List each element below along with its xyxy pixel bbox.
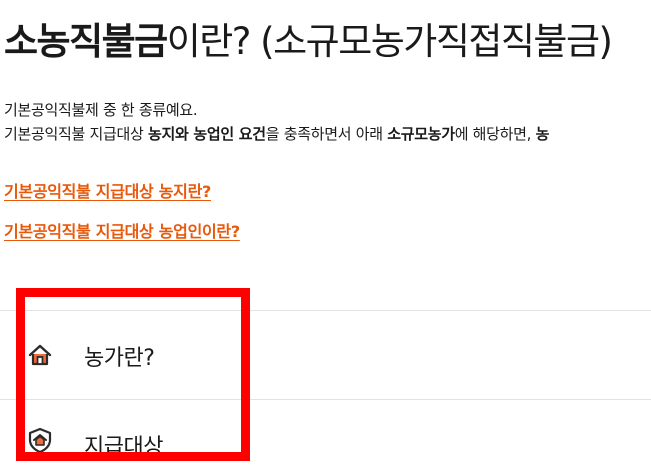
page-title-bold: 소농직불금 [4,20,168,63]
intro-line-2-bold-requirements: 농지와 농업인 요건 [147,125,266,143]
intro-line-2-part-c: 을 충족하면서 아래 [265,125,388,143]
intro-line-1: 기본공익직불제 중 한 종류예요. [4,101,198,119]
intro-line-2-part-a: 기본공익직불 지급대상 [4,125,148,143]
page: 소농직불금이란? (소규모농가직접직불금) 기본공익직불제 중 한 종류예요. … [0,0,651,468]
menu-item-eligibility[interactable]: 지급대상 [0,400,651,468]
menu-item-label: 농가란? [84,346,155,371]
shield-house-icon [28,427,52,453]
intro-text: 기본공익직불제 중 한 종류예요. 기본공익직불 지급대상 농지와 농업인 요건… [4,98,549,146]
menu-item-label: 지급대상 [84,435,163,460]
page-title-rest: 이란? (소규모농가직접직불금) [166,20,613,63]
menu-item-farm-household[interactable]: 농가란? [0,311,651,399]
link-eligible-farmer[interactable]: 기본공익직불 지급대상 농업인이란? [4,218,240,242]
link-eligible-farmland[interactable]: 기본공익직불 지급대상 농지란? [4,178,211,202]
house-icon [28,344,52,366]
intro-line-2-bold-cut: 농 [535,125,550,143]
page-title: 소농직불금이란? (소규모농가직접직불금) [4,18,613,66]
intro-line-2-part-e: 에 해당하면, [454,125,536,143]
intro-line-2: 기본공익직불 지급대상 농지와 농업인 요건을 충족하면서 아래 소규모농가에 … [4,122,549,146]
intro-line-2-bold-small-farm: 소규모농가 [387,125,455,143]
